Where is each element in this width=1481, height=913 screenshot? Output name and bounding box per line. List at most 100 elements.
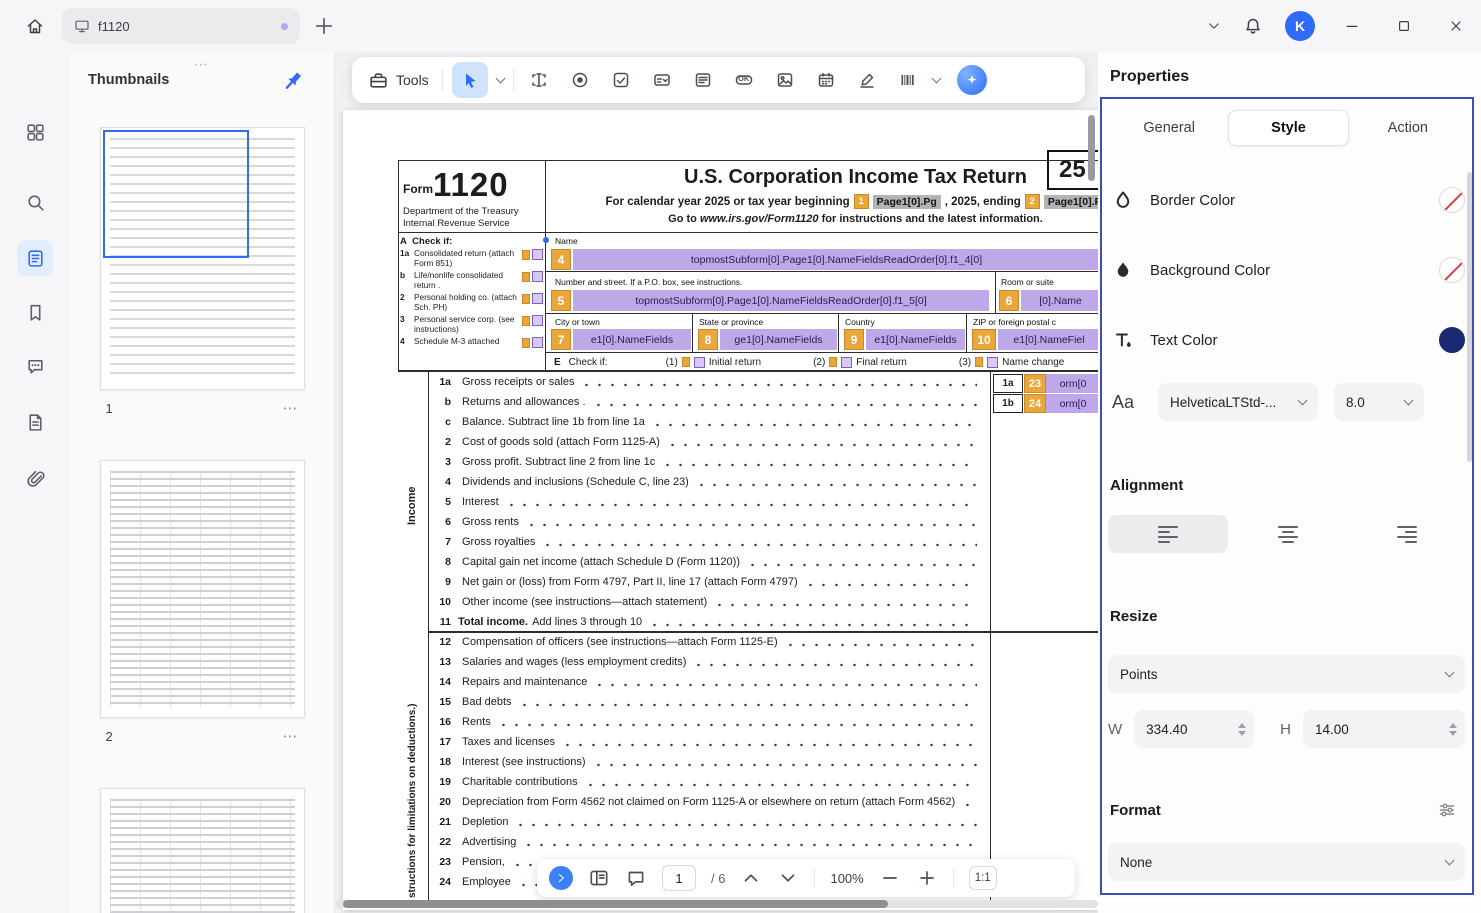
form-field-name[interactable]: Page1[0].P xyxy=(1044,195,1098,209)
form-checkbox[interactable] xyxy=(532,271,543,282)
avatar[interactable]: K xyxy=(1285,11,1315,41)
font-family-dropdown[interactable]: HelveticaLTStd-... xyxy=(1158,383,1318,421)
new-tab-button[interactable] xyxy=(312,14,336,38)
tools-button[interactable]: Tools xyxy=(364,70,433,91)
zoom-out-icon[interactable] xyxy=(879,867,901,889)
attachments-button[interactable] xyxy=(17,459,53,495)
page-thumbnail[interactable] xyxy=(100,788,305,913)
page-thumbnail[interactable] xyxy=(100,460,305,718)
align-left-button[interactable] xyxy=(1108,515,1228,553)
street-field[interactable]: topmostSubform[0].Page1[0].NameFieldsRea… xyxy=(573,290,989,311)
scrollbar-thumb[interactable] xyxy=(343,900,888,908)
vertical-scrollbar[interactable] xyxy=(1088,115,1095,181)
push-button-tool[interactable]: OK xyxy=(728,64,760,96)
width-stepper[interactable] xyxy=(1238,723,1246,736)
maximize-button[interactable] xyxy=(1389,11,1419,41)
properties-tab[interactable]: General xyxy=(1110,110,1228,146)
thumbnails-panel: ⋯ Thumbnails 1 ⋯ 2 xyxy=(70,52,335,913)
form-checkbox[interactable] xyxy=(532,249,543,260)
properties-tab[interactable]: Action xyxy=(1349,110,1467,146)
document-info-button[interactable] xyxy=(17,404,53,440)
form-checkbox[interactable] xyxy=(841,357,852,368)
zoom-in-icon[interactable] xyxy=(916,867,938,889)
text-field-tool[interactable] xyxy=(523,64,555,96)
amount-field[interactable]: orm[0 xyxy=(1046,394,1098,413)
page-number-input[interactable] xyxy=(662,865,696,891)
country-field[interactable]: e1[0].NameFields xyxy=(866,329,965,350)
signature-field-tool[interactable] xyxy=(851,64,883,96)
combo-box-tool[interactable] xyxy=(646,64,678,96)
properties-tab[interactable]: Style xyxy=(1228,110,1348,146)
viewport-indicator[interactable] xyxy=(103,130,249,258)
amount-field[interactable]: orm[0 xyxy=(1046,374,1098,393)
name-field[interactable]: topmostSubform[0].Page1[0].NameFieldsRea… xyxy=(573,249,1098,270)
list-box-tool[interactable] xyxy=(687,64,719,96)
street-header: Number and street. If a P.O. box, see in… xyxy=(555,277,742,287)
close-button[interactable] xyxy=(1441,11,1471,41)
thumbnail-more-button[interactable]: ⋯ xyxy=(283,399,299,417)
comment-mode-icon[interactable] xyxy=(625,867,647,889)
radio-button-tool[interactable] xyxy=(564,64,596,96)
width-input[interactable] xyxy=(1146,722,1238,737)
document-tab[interactable]: f1120 xyxy=(62,8,300,44)
room-field[interactable]: [0].Name xyxy=(1021,290,1098,311)
resize-unit-dropdown[interactable]: Points xyxy=(1108,655,1465,693)
format-dropdown[interactable]: None xyxy=(1108,843,1465,881)
expand-button[interactable] xyxy=(549,866,573,890)
bookmarks-button[interactable] xyxy=(17,294,53,330)
page-thumbnail[interactable] xyxy=(100,127,305,390)
select-tool[interactable] xyxy=(452,62,488,98)
row-e: E Check if: (1) Initial return (2) xyxy=(545,354,1098,370)
form-line: 8 Capital gain net income (attach Schedu… xyxy=(428,552,1098,572)
state-field[interactable]: ge1[0].NameFields xyxy=(720,329,837,350)
border-color-swatch[interactable] xyxy=(1439,187,1465,213)
select-tool-chevron[interactable] xyxy=(495,74,505,84)
ai-assistant-button[interactable] xyxy=(957,65,987,95)
thumbnail-more-button[interactable]: ⋯ xyxy=(283,727,299,745)
format-settings-icon[interactable] xyxy=(1437,800,1457,820)
apps-grid-button[interactable] xyxy=(17,114,53,150)
form-checkbox[interactable] xyxy=(987,357,998,368)
thumbnails-panel-button[interactable] xyxy=(17,240,53,276)
form-line: 5 Interest xyxy=(428,492,1098,512)
form-line: 3 Gross profit. Subtract line 2 from lin… xyxy=(428,452,1098,472)
notifications-bell-icon[interactable] xyxy=(1243,16,1263,36)
horizontal-scrollbar[interactable] xyxy=(335,900,1098,908)
height-input-box[interactable] xyxy=(1303,710,1465,748)
image-field-tool[interactable] xyxy=(769,64,801,96)
page-panel-icon[interactable] xyxy=(588,867,610,889)
height-input[interactable] xyxy=(1315,722,1449,737)
chevron-down-icon[interactable] xyxy=(1207,19,1221,33)
search-button[interactable] xyxy=(17,184,53,220)
pin-panel-button[interactable] xyxy=(280,68,306,94)
zoom-level-label[interactable]: 100% xyxy=(830,871,863,886)
form-checkbox[interactable] xyxy=(694,357,705,368)
font-size-dropdown[interactable]: 8.0 xyxy=(1334,383,1424,421)
width-input-box[interactable] xyxy=(1134,710,1254,748)
minimize-button[interactable] xyxy=(1337,11,1367,41)
form-checkbox[interactable] xyxy=(532,315,543,326)
date-field-tool[interactable] xyxy=(810,64,842,96)
align-right-button[interactable] xyxy=(1347,515,1467,553)
city-field[interactable]: e1[0].NameFields xyxy=(573,329,691,350)
previous-page-icon[interactable] xyxy=(740,867,762,889)
zip-field[interactable]: e1[0].NameFiel xyxy=(998,329,1098,350)
barcode-tool-chevron[interactable] xyxy=(931,74,941,84)
text-color-swatch[interactable] xyxy=(1439,327,1465,353)
next-page-icon[interactable] xyxy=(777,867,799,889)
cursor-arrow-icon xyxy=(460,70,480,90)
height-stepper[interactable] xyxy=(1449,723,1457,736)
home-button[interactable] xyxy=(16,8,54,44)
properties-scrollbar[interactable] xyxy=(1467,172,1472,462)
align-center-button[interactable] xyxy=(1228,515,1348,553)
form-checkbox[interactable] xyxy=(532,293,543,304)
align-center-icon xyxy=(1278,526,1298,543)
comments-button[interactable] xyxy=(17,348,53,384)
form-field-name[interactable]: Page1[0].Pg xyxy=(873,195,941,209)
barcode-field-tool[interactable] xyxy=(892,64,924,96)
checkbox-tool[interactable] xyxy=(605,64,637,96)
actual-size-button[interactable]: 1:1 xyxy=(969,866,997,890)
form-checkbox[interactable] xyxy=(532,337,543,348)
section-a-item: 3 Personal service corp. (see instructio… xyxy=(400,315,543,334)
background-color-swatch[interactable] xyxy=(1439,257,1465,283)
